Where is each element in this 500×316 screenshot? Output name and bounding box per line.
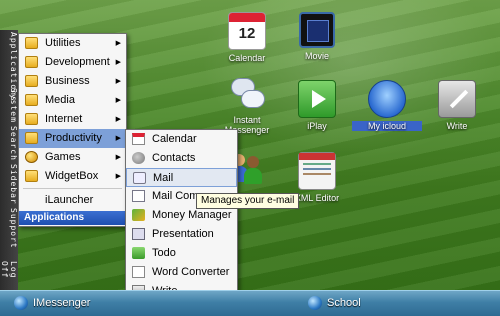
- globe-icon: [14, 296, 28, 311]
- folder-icon: [25, 170, 38, 182]
- globe-icon: [308, 296, 322, 311]
- games-icon: [25, 151, 38, 163]
- calendar-icon: [132, 133, 145, 145]
- menu-item-presentation[interactable]: Presentation: [126, 225, 237, 244]
- menu-item-widgetbox[interactable]: WidgetBox ▶: [19, 167, 126, 186]
- menu-item-label: Internet: [45, 113, 83, 125]
- menu-item-calendar[interactable]: Calendar: [126, 130, 237, 149]
- folder-icon: [25, 132, 38, 144]
- menu-item-label: Utilities: [45, 37, 81, 49]
- menu-item-games[interactable]: Games ▶: [19, 148, 126, 167]
- mail-tooltip: Manages your e-mail: [196, 193, 300, 209]
- desktop-icon-label: My icloud: [352, 121, 422, 131]
- messenger-icon: [229, 76, 265, 112]
- menu-item-mail[interactable]: Mail: [126, 168, 237, 187]
- menu-item-label: Development: [45, 56, 110, 68]
- play-icon: [298, 80, 336, 118]
- menu-item-label: Money Manager: [152, 209, 232, 221]
- tab-applications[interactable]: Applications: [0, 32, 18, 102]
- desktop-icon-write[interactable]: Write: [422, 80, 492, 131]
- menu-item-ilauncher[interactable]: iLauncher: [19, 191, 126, 210]
- menu-item-media[interactable]: Media ▶: [19, 91, 126, 110]
- taskbar-item-label: School: [327, 297, 361, 309]
- menu-item-label: Productivity: [45, 132, 102, 144]
- tab-support[interactable]: Support: [0, 208, 18, 249]
- desktop-icon-my-icloud[interactable]: My icloud: [352, 80, 422, 131]
- mail-icon: [133, 172, 146, 184]
- calendar-icon: 12: [228, 12, 266, 50]
- desktop-icon-label: Movie: [304, 51, 329, 61]
- menu-item-label: Business: [45, 75, 90, 87]
- money-icon: [132, 209, 145, 221]
- menu-item-label: Games: [45, 151, 81, 163]
- submenu-arrow-icon: ▶: [115, 135, 121, 142]
- desktop-icon-iplay[interactable]: iPlay: [282, 80, 352, 131]
- applications-menu-header[interactable]: Applications: [19, 211, 127, 225]
- tab-sidebar[interactable]: Sidebar: [0, 164, 18, 205]
- desktop-icon-instant-messenger[interactable]: Instant Messenger: [212, 76, 282, 135]
- desktop-icon-calendar[interactable]: 12 Calendar: [212, 12, 282, 63]
- menu-item-label: iLauncher: [45, 194, 94, 206]
- contacts-icon: [132, 152, 145, 164]
- menu-item-todo[interactable]: Todo: [126, 244, 237, 263]
- tab-system[interactable]: System: [0, 88, 18, 123]
- submenu-arrow-icon: ▶: [115, 40, 121, 47]
- cloud-drive-icon: [368, 80, 406, 118]
- menu-item-development[interactable]: Development ▶: [19, 53, 126, 72]
- todo-icon: [132, 247, 145, 259]
- productivity-submenu: Calendar Contacts Mail Mail Compos Money…: [125, 129, 238, 305]
- presentation-icon: [132, 228, 145, 240]
- tab-log-off[interactable]: Log Off: [0, 252, 18, 288]
- menu-item-contacts[interactable]: Contacts: [126, 149, 237, 168]
- xml-editor-icon: [298, 152, 336, 190]
- submenu-arrow-icon: ▶: [115, 154, 121, 161]
- folder-icon: [25, 56, 38, 68]
- calendar-day: 12: [238, 25, 256, 42]
- film-icon: [299, 12, 335, 48]
- mail-compose-icon: [132, 190, 145, 202]
- menu-item-label: Mail: [153, 172, 174, 184]
- submenu-arrow-icon: ▶: [115, 116, 121, 123]
- tab-search[interactable]: Search: [0, 126, 18, 161]
- folder-icon: [25, 37, 38, 49]
- menu-item-label: Word Converter: [152, 266, 230, 278]
- write-icon: [438, 80, 476, 118]
- menu-item-productivity[interactable]: Productivity ▶: [19, 129, 126, 148]
- desktop-icon-label: Calendar: [228, 53, 266, 63]
- submenu-arrow-icon: ▶: [115, 59, 121, 66]
- menu-separator: [23, 188, 122, 189]
- menu-item-label: Todo: [152, 247, 176, 259]
- folder-icon: [25, 75, 38, 87]
- taskbar: IMessenger School: [0, 290, 500, 316]
- menu-item-label: Media: [45, 94, 75, 106]
- sidebar-strip: Applications System Search Sidebar Suppo…: [0, 30, 18, 292]
- word-converter-icon: [132, 266, 145, 278]
- desktop-icon-label: iPlay: [307, 121, 327, 131]
- menu-item-utilities[interactable]: Utilities ▶: [19, 34, 126, 53]
- menu-item-business[interactable]: Business ▶: [19, 72, 126, 91]
- desktop-icon-movie[interactable]: Movie: [282, 12, 352, 61]
- submenu-arrow-icon: ▶: [115, 78, 121, 85]
- menu-item-label: Contacts: [152, 152, 196, 164]
- desktop-icon-label: Write: [446, 121, 468, 131]
- menu-item-label: WidgetBox: [45, 170, 99, 182]
- menu-item-internet[interactable]: Internet ▶: [19, 110, 126, 129]
- taskbar-item-imessenger[interactable]: IMessenger: [14, 294, 90, 312]
- blank-icon: [25, 194, 38, 206]
- submenu-arrow-icon: ▶: [115, 173, 121, 180]
- menu-item-label: Calendar: [152, 133, 197, 145]
- menu-item-label: Presentation: [152, 228, 214, 240]
- applications-menu: Utilities ▶ Development ▶ Business ▶ Med…: [18, 33, 127, 227]
- taskbar-item-school[interactable]: School: [308, 294, 361, 312]
- submenu-arrow-icon: ▶: [115, 97, 121, 104]
- menu-item-word-converter[interactable]: Word Converter: [126, 263, 237, 282]
- taskbar-item-label: IMessenger: [33, 297, 91, 309]
- folder-icon: [25, 94, 38, 106]
- folder-icon: [25, 113, 38, 125]
